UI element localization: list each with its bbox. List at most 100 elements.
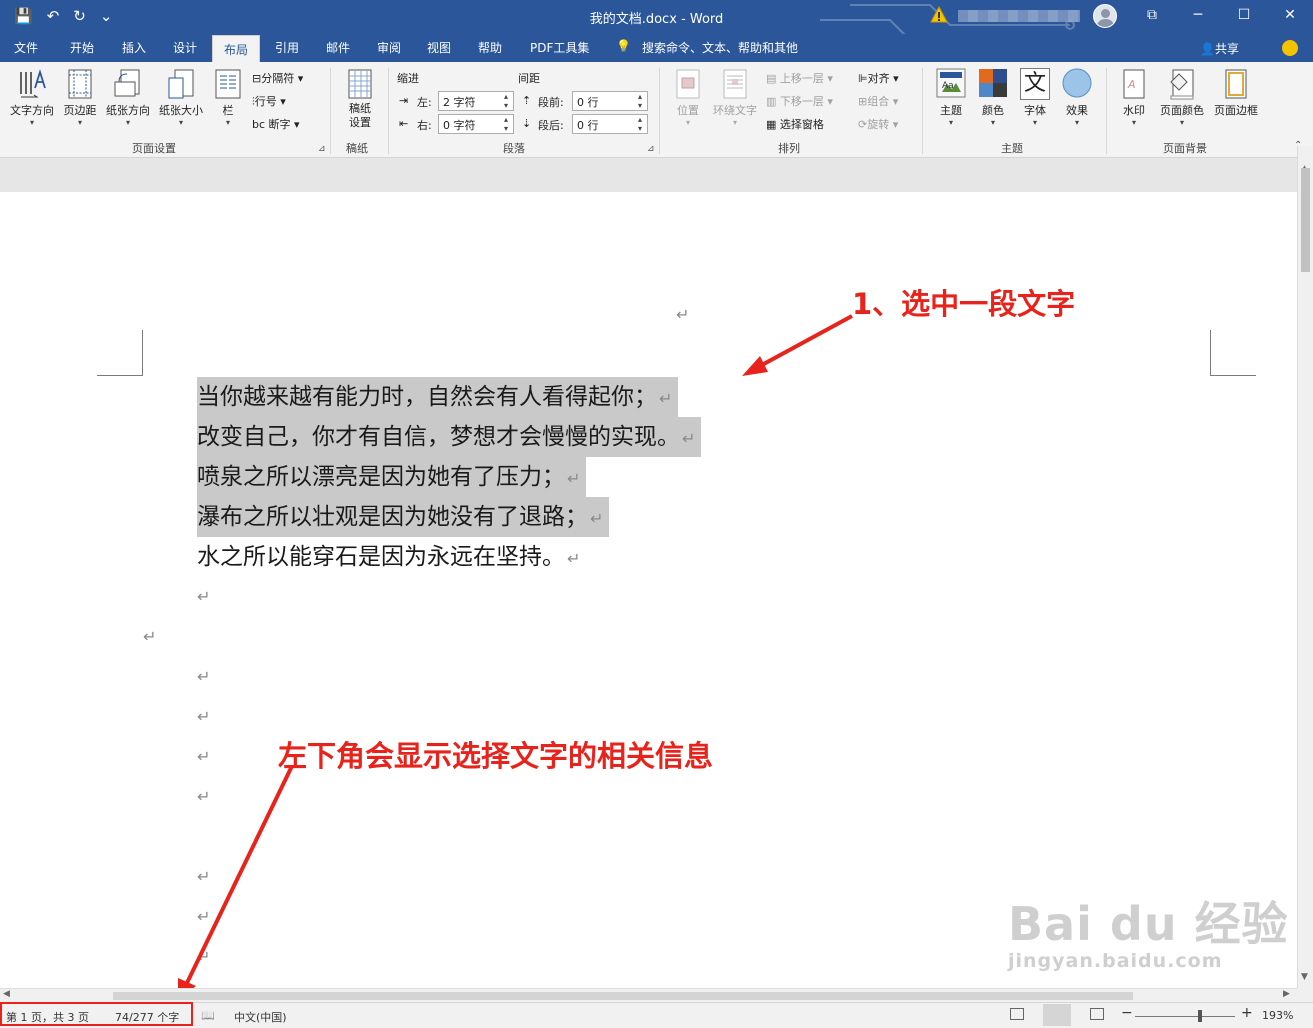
columns-label: 栏 — [222, 104, 234, 117]
horizontal-scroll-thumb[interactable] — [113, 992, 1133, 1000]
group-button[interactable]: ⊞组合 ▾ — [858, 93, 898, 109]
document-line-selected[interactable]: 改变自己，你才有自信，梦想才会慢慢的实现。 ↵ — [197, 417, 702, 457]
page-background-group-label: 页面背景 — [1163, 142, 1207, 155]
paragraph-mark: ↵ — [567, 469, 581, 488]
dialog-launcher-icon[interactable]: ⊿ — [647, 144, 655, 154]
chevron-down-icon: ▾ — [125, 118, 130, 127]
wrap-text-button[interactable]: 环绕文字 ▾ — [710, 68, 760, 127]
zoom-slider-thumb[interactable] — [1198, 1010, 1202, 1022]
themes-group-label: 主题 — [1001, 142, 1023, 155]
effects-button[interactable]: 效果 ▾ — [1056, 68, 1098, 127]
text-direction-icon — [20, 68, 46, 98]
page-setup-group-label: 页面设置 — [132, 142, 176, 155]
tab-review[interactable]: 审阅 — [377, 39, 401, 56]
manuscript-settings-button[interactable]: 稿纸 设置 — [340, 68, 380, 130]
horizontal-scrollbar[interactable]: ◀ ▶ — [0, 988, 1297, 1002]
spacing-before-label: 段前: — [538, 96, 564, 109]
bring-forward-button[interactable]: ▤ 上移一层 ▾ — [766, 70, 833, 86]
paragraph-mark: ↵ — [143, 627, 157, 646]
indent-left-icon: ⇥ — [399, 94, 409, 107]
margins-button[interactable]: 页边距 ▾ — [60, 68, 100, 127]
orientation-label: 纸张方向 — [106, 104, 150, 117]
tab-file[interactable]: 文件 — [14, 39, 38, 56]
tell-me-search[interactable]: 搜索命令、文本、帮助和其他 — [642, 39, 798, 56]
vertical-scroll-thumb[interactable] — [1301, 168, 1310, 272]
indent-left-input[interactable]: 2 字符 — [438, 91, 514, 111]
document-line-selected[interactable]: 当你越来越有能力时，自然会有人看得起你； ↵ — [197, 377, 679, 417]
group-separator — [388, 68, 389, 154]
chevron-down-icon: ▾ — [732, 118, 737, 127]
scroll-down-icon[interactable]: ▼ — [1301, 972, 1308, 982]
paragraph-mark: ↵ — [197, 867, 211, 886]
account-name-blurred — [958, 10, 1080, 22]
line-text: 当你越来越有能力时，自然会有人看得起你； — [197, 384, 657, 410]
tab-design[interactable]: 设计 — [173, 39, 197, 56]
themes-button[interactable]: Aa 主题 ▾ — [930, 68, 972, 127]
paragraph-mark: ↵ — [197, 907, 211, 926]
indent-right-input[interactable]: 0 字符 — [438, 114, 514, 134]
zoom-out-icon[interactable]: − — [1121, 1005, 1133, 1021]
avatar[interactable] — [1093, 4, 1117, 28]
read-mode-icon[interactable] — [1010, 1008, 1024, 1020]
proofing-icon[interactable]: 📖 — [201, 1009, 215, 1022]
document-line-selected[interactable]: 喷泉之所以漂亮是因为她有了压力； ↵ — [197, 457, 587, 497]
scroll-right-icon[interactable]: ▶ — [1283, 989, 1290, 999]
group-icon: ⊞ — [858, 95, 868, 108]
hyphenation-button[interactable]: bc 断字 ▾ — [252, 116, 300, 132]
zoom-in-icon[interactable]: + — [1241, 1005, 1253, 1021]
spacing-before-input[interactable]: 0 行 — [572, 91, 648, 111]
tab-layout[interactable]: 布局 — [212, 35, 261, 62]
tab-help[interactable]: 帮助 — [478, 39, 502, 56]
text-direction-button[interactable]: 文字方向 ▾ — [6, 68, 58, 127]
breaks-button[interactable]: ⊟分隔符 ▾ — [252, 70, 303, 86]
position-button[interactable]: 位置 ▾ — [670, 68, 706, 127]
close-button[interactable]: ✕ — [1267, 0, 1313, 30]
tab-view[interactable]: 视图 — [427, 39, 451, 56]
language-status[interactable]: 中文(中国) — [234, 1009, 287, 1025]
zoom-level[interactable]: 193% — [1262, 1009, 1293, 1022]
spacing-after-input[interactable]: 0 行 — [572, 114, 648, 134]
print-layout-icon[interactable] — [1043, 1004, 1071, 1026]
fonts-button[interactable]: 文 字体 ▾ — [1014, 68, 1056, 127]
paragraph-mark: ↵ — [676, 305, 690, 324]
tab-home[interactable]: 开始 — [70, 39, 94, 56]
scroll-left-icon[interactable]: ◀ — [3, 989, 10, 999]
document-page[interactable]: ↵ ↵ ↵ ↵ ↵ ↵ ↵ ↵ ↵ ↵ — [0, 192, 1297, 988]
document-line-selected[interactable]: 瀑布之所以壮观是因为她没有了退路； ↵ — [197, 497, 610, 537]
group-separator — [659, 68, 660, 154]
tab-mailings[interactable]: 邮件 — [326, 39, 350, 56]
align-button[interactable]: ⊫对齐 ▾ — [858, 70, 899, 86]
page-color-button[interactable]: 页面颜色 ▾ — [1156, 68, 1208, 127]
web-layout-icon[interactable] — [1090, 1008, 1104, 1020]
rotate-label: 旋转 — [867, 118, 890, 131]
page-borders-button[interactable]: 页面边框 — [1210, 68, 1262, 118]
size-button[interactable]: 纸张大小 ▾ — [155, 68, 207, 127]
zoom-slider[interactable] — [1135, 1016, 1235, 1017]
minimize-button[interactable]: ─ — [1175, 0, 1221, 30]
line-numbers-button[interactable]: ⫶行号 ▾ — [252, 93, 286, 109]
document-line[interactable]: 水之所以能穿石是因为永远在坚持。 ↵ — [197, 537, 580, 577]
feedback-smiley-icon[interactable] — [1282, 40, 1298, 56]
manuscript-label: 稿纸 设置 — [349, 102, 371, 129]
columns-button[interactable]: 栏 ▾ — [213, 68, 243, 127]
manuscript-icon — [348, 69, 372, 99]
watermark-button[interactable]: A 水印 ▾ — [1116, 68, 1152, 127]
paragraph-group-label: 段落 — [503, 142, 525, 155]
maximize-button[interactable]: ☐ — [1221, 0, 1267, 30]
tab-insert[interactable]: 插入 — [122, 39, 146, 56]
send-backward-button[interactable]: ▥ 下移一层 ▾ — [766, 93, 833, 109]
page-borders-label: 页面边框 — [1214, 104, 1258, 117]
warning-icon[interactable] — [930, 6, 948, 24]
orientation-button[interactable]: 纸张方向 ▾ — [102, 68, 154, 127]
colors-button[interactable]: 颜色 ▾ — [972, 68, 1014, 127]
size-label: 纸张大小 — [159, 104, 203, 117]
tab-references[interactable]: 引用 — [275, 39, 299, 56]
selection-pane-button[interactable]: ▦ 选择窗格 — [766, 116, 824, 132]
vertical-scrollbar[interactable]: ▲ ▼ — [1297, 146, 1313, 988]
dialog-launcher-icon[interactable]: ⊿ — [318, 144, 326, 154]
tab-pdf-tools[interactable]: PDF工具集 — [530, 39, 589, 56]
rotate-button[interactable]: ⟳旋转 ▾ — [858, 116, 898, 132]
ribbon-display-options-icon[interactable]: ⧉ — [1129, 0, 1175, 30]
annotation-step1: 1、选中一段文字 — [852, 287, 1076, 321]
share-button[interactable]: 👤共享 — [1200, 40, 1239, 57]
